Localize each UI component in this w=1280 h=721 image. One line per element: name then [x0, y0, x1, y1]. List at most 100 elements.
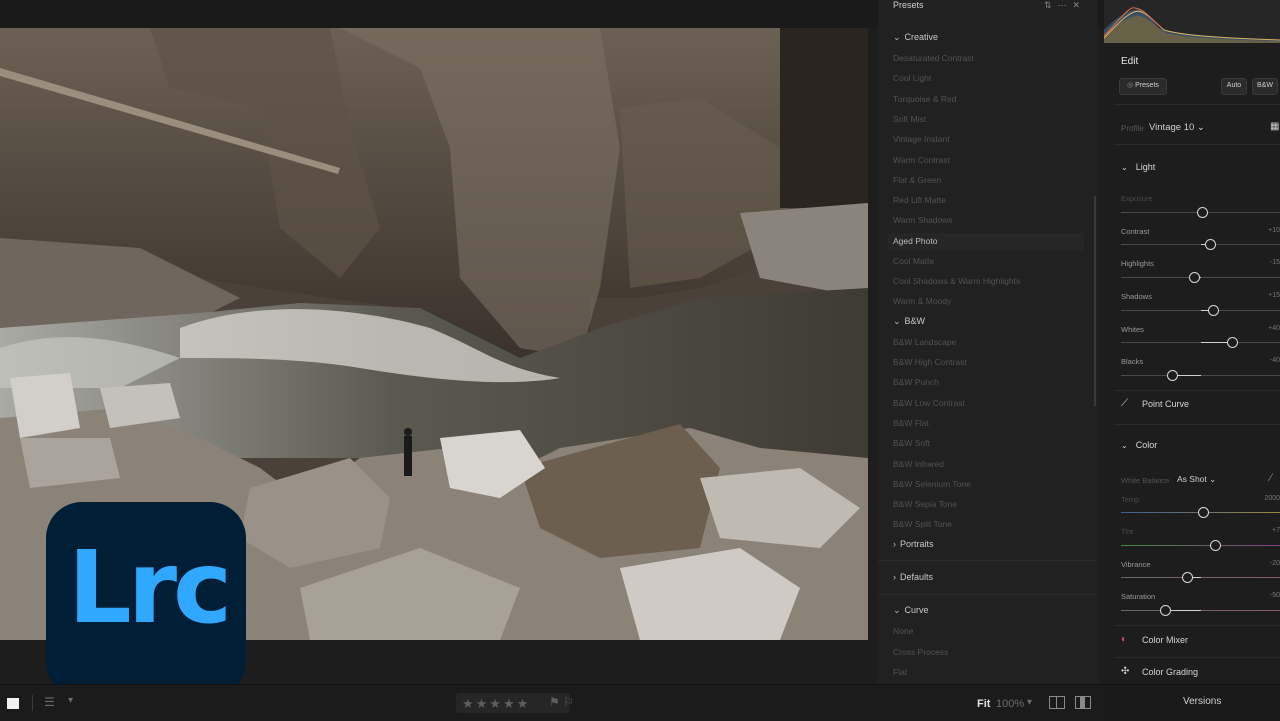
presets-scrollbar[interactable] — [1094, 196, 1096, 406]
vibrance-slider-thumb[interactable] — [1182, 572, 1193, 583]
versions-label[interactable]: Versions — [1183, 696, 1221, 707]
slider-value[interactable]: +40 — [1268, 325, 1280, 332]
preset-item[interactable]: Red Lift Matte — [893, 195, 946, 205]
white-balance-dropdown[interactable]: As Shot ⌄ — [1177, 474, 1216, 485]
preset-group-defaults[interactable]: › Defaults — [893, 572, 933, 582]
slider-value[interactable]: -15 — [1270, 259, 1280, 266]
light-section-header[interactable]: ⌄ Light — [1121, 162, 1155, 172]
slider-label-temp: Temp — [1121, 495, 1140, 504]
color-mixer-section[interactable]: Color Mixer — [1142, 635, 1188, 645]
preset-item[interactable]: B&W Low Contrast — [893, 398, 965, 408]
histogram — [1103, 0, 1280, 44]
slider-value[interactable]: -20 — [1270, 560, 1280, 567]
slider-label-contrast: Contrast — [1121, 227, 1150, 236]
preset-item[interactable]: B&W High Contrast — [893, 357, 967, 367]
color-mixer-icon: ◐ — [1121, 634, 1128, 645]
preset-item[interactable]: Warm Contrast — [893, 155, 950, 165]
rating-stars[interactable]: ★★★★★ — [462, 696, 530, 712]
preset-item[interactable]: B&W Infrared — [893, 459, 944, 469]
preset-item[interactable]: B&W Flat — [893, 418, 929, 428]
slider-label-shadows: Shadows — [1121, 292, 1152, 301]
shadows-slider-thumb[interactable] — [1208, 305, 1219, 316]
slider-label-saturation: Saturation — [1121, 592, 1156, 601]
preset-item[interactable]: B&W Selenium Tone — [893, 479, 971, 489]
preset-item[interactable]: Cool Shadows & Warm Highlights — [893, 276, 1020, 286]
preset-group-curve[interactable]: ⌄ Curve — [893, 605, 929, 616]
preset-item[interactable]: B&W Soft — [893, 438, 930, 448]
panel-divider — [1114, 390, 1280, 391]
chevron-down-icon[interactable]: ▾ — [68, 695, 73, 706]
temp-slider-thumb[interactable] — [1198, 507, 1209, 518]
chevron-down-icon: ⌄ — [1121, 441, 1128, 450]
preset-item[interactable]: Desaturated Contrast — [893, 53, 974, 63]
panel-divider — [1114, 144, 1280, 145]
preset-item[interactable]: Soft Mist — [893, 114, 926, 124]
preset-item[interactable]: Cool Matte — [893, 256, 934, 266]
compare-view-icon[interactable] — [1049, 696, 1065, 709]
before-after-icon[interactable] — [1075, 696, 1091, 709]
chevron-down-icon: ⌄ — [893, 605, 901, 615]
presets-panel-tools[interactable]: ⇅⋯✕ — [1044, 0, 1086, 11]
highlights-slider-thumb[interactable] — [1189, 272, 1200, 283]
blacks-slider-thumb[interactable] — [1167, 370, 1178, 381]
slider-label-highlights: Highlights — [1121, 259, 1154, 268]
preset-item[interactable]: Cross Process — [893, 647, 948, 657]
preset-group-creative[interactable]: ⌄ Creative — [893, 32, 938, 43]
panel-divider — [1114, 657, 1280, 658]
preset-item[interactable]: B&W Landscape — [893, 337, 956, 347]
bottom-toolbar: ☰ ▾ ★★★★★ ⚑ ⚐ Fit 100% ▾ — [0, 684, 1104, 721]
exposure-slider-thumb[interactable] — [1197, 207, 1208, 218]
preset-group-bw[interactable]: ⌄ B&W — [893, 316, 925, 327]
zoom-fit[interactable]: Fit — [977, 698, 990, 710]
preset-group-portraits[interactable]: › Portraits — [893, 539, 934, 549]
slider-value[interactable]: 2000 — [1264, 495, 1280, 502]
edit-title: Edit — [1121, 56, 1139, 67]
zoom-level[interactable]: 100% — [996, 698, 1024, 710]
chevron-down-icon: ⌄ — [893, 316, 901, 326]
preset-item[interactable]: Flat — [893, 667, 907, 677]
chevron-down-icon: ⌄ — [893, 32, 901, 42]
whites-slider-thumb[interactable] — [1227, 337, 1238, 348]
preset-item[interactable]: Vintage Instant — [893, 134, 950, 144]
profile-dropdown[interactable]: Vintage 10 ⌄ — [1149, 122, 1205, 133]
preset-item[interactable]: Turquoise & Red — [893, 94, 956, 104]
auto-button[interactable]: Auto — [1221, 78, 1247, 95]
white-balance-picker-icon[interactable]: ⁄ — [1270, 472, 1272, 484]
color-grading-section[interactable]: Color Grading — [1142, 667, 1198, 677]
tint-slider-thumb[interactable] — [1210, 540, 1221, 551]
color-section-header[interactable]: ⌄ Color — [1121, 440, 1157, 450]
versions-tab[interactable]: Versions — [1104, 684, 1280, 721]
slider-label-blacks: Blacks — [1121, 357, 1144, 366]
contrast-slider-thumb[interactable] — [1205, 239, 1216, 250]
loupe-view-icon[interactable] — [7, 698, 19, 709]
preset-item[interactable]: Warm & Moody — [893, 296, 951, 306]
slider-value[interactable]: +15 — [1268, 292, 1280, 299]
preset-item[interactable]: Cool Light — [893, 73, 931, 83]
saturation-slider-thumb[interactable] — [1160, 605, 1171, 616]
preset-item[interactable]: B&W Punch — [893, 377, 939, 387]
slider-value[interactable]: -50 — [1270, 592, 1280, 599]
preset-item[interactable]: None — [893, 626, 913, 636]
tint-slider[interactable] — [1121, 545, 1280, 546]
bw-button[interactable]: B&W — [1252, 78, 1278, 95]
preset-item[interactable]: B&W Sepia Tone — [893, 499, 957, 509]
panel-divider — [878, 594, 1096, 595]
presets-panel: Presets ⇅⋯✕ ⌄ Creative Desaturated Contra… — [878, 0, 1098, 684]
slider-value[interactable]: +10 — [1268, 227, 1280, 234]
presets-button[interactable]: ◎ Presets — [1119, 78, 1167, 95]
preset-item[interactable]: Warm Shadows — [893, 215, 953, 225]
preset-item-selected[interactable]: Aged Photo — [893, 236, 937, 246]
point-curve-section[interactable]: Point Curve — [1142, 399, 1189, 409]
preset-item[interactable]: B&W Split Tone — [893, 519, 952, 529]
panel-divider — [1114, 104, 1280, 105]
slider-value[interactable]: +7 — [1272, 527, 1280, 534]
slider-label-exposure: Exposure — [1121, 194, 1153, 203]
zoom-dropdown-icon[interactable]: ▾ — [1027, 697, 1032, 708]
preset-item[interactable]: Flat & Green — [893, 175, 941, 185]
sort-icon[interactable]: ☰ — [44, 695, 55, 709]
panel-divider — [1114, 625, 1280, 626]
slider-label-tint: Tint — [1121, 527, 1134, 536]
flag-icons[interactable]: ⚑ ⚐ — [549, 695, 574, 709]
slider-value[interactable]: -40 — [1270, 357, 1280, 364]
profile-browser-icon[interactable]: ▦ — [1270, 121, 1279, 132]
